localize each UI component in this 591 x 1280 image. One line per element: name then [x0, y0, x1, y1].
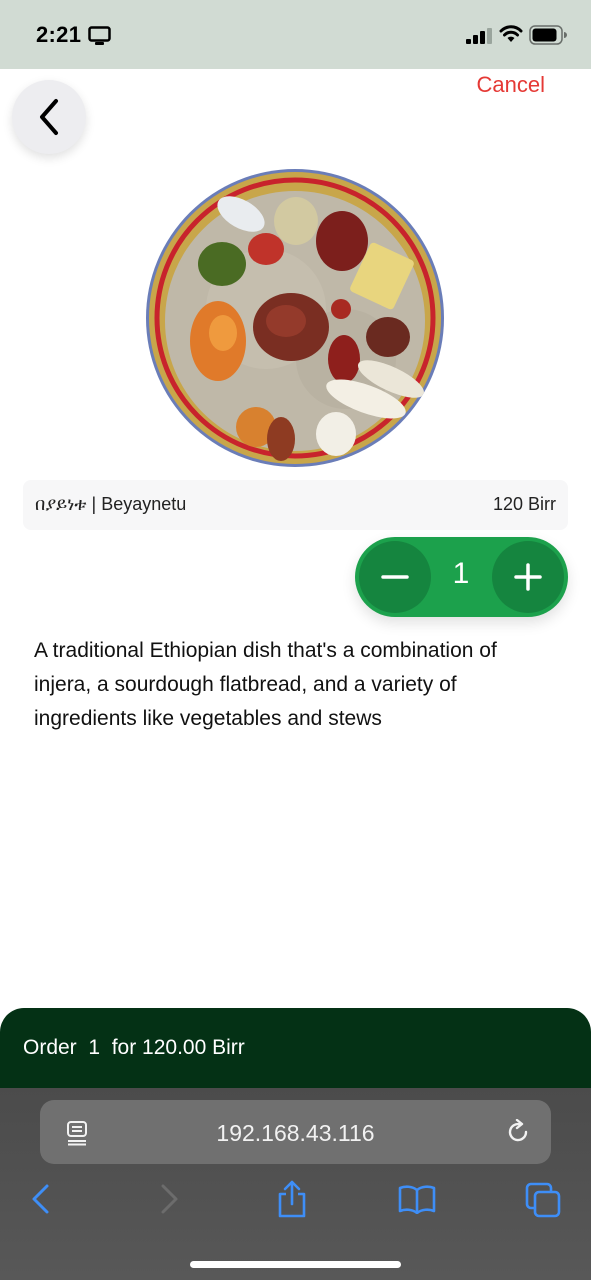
status-bar: 2:21: [0, 0, 591, 69]
cellular-signal-icon: [466, 28, 492, 44]
battery-icon: [529, 25, 567, 45]
screen-mirroring-icon: [88, 26, 111, 45]
status-time: 2:21: [36, 22, 82, 47]
tabs-icon[interactable]: [525, 1182, 561, 1218]
back-button[interactable]: [12, 80, 86, 154]
home-indicator: [190, 1261, 401, 1268]
wifi-icon: [499, 25, 523, 42]
bookmarks-icon[interactable]: [398, 1184, 436, 1214]
increase-quantity-button[interactable]: [492, 541, 564, 613]
cancel-button[interactable]: Cancel: [477, 72, 545, 98]
plus-icon: [514, 563, 542, 591]
order-button[interactable]: Order 1 for 120.00 Birr: [0, 1008, 591, 1092]
dish-description: A traditional Ethiopian dish that's a co…: [34, 639, 497, 730]
minus-icon: [381, 575, 409, 579]
quantity-value: 1: [452, 557, 470, 590]
address-bar[interactable]: 192.168.43.116: [40, 1100, 551, 1164]
quantity-stepper: 1: [355, 537, 568, 617]
url-text: 192.168.43.116: [216, 1120, 375, 1146]
browser-back-icon[interactable]: [30, 1183, 52, 1215]
share-icon[interactable]: [276, 1180, 308, 1218]
browser-forward-icon: [161, 1184, 178, 1214]
reload-icon[interactable]: [507, 1119, 531, 1145]
dish-photo: [146, 169, 444, 467]
dish-price: 120 Birr: [492, 494, 556, 514]
dish-info-row: በያይነቱ | Beyaynetu 120 Birr: [23, 480, 568, 530]
dish-name: በያይነቱ | Beyaynetu: [35, 494, 187, 514]
chevron-left-icon: [40, 99, 58, 135]
order-button-label: Order 1 for 120.00 Birr: [23, 1036, 245, 1059]
decrease-quantity-button[interactable]: [359, 541, 431, 613]
